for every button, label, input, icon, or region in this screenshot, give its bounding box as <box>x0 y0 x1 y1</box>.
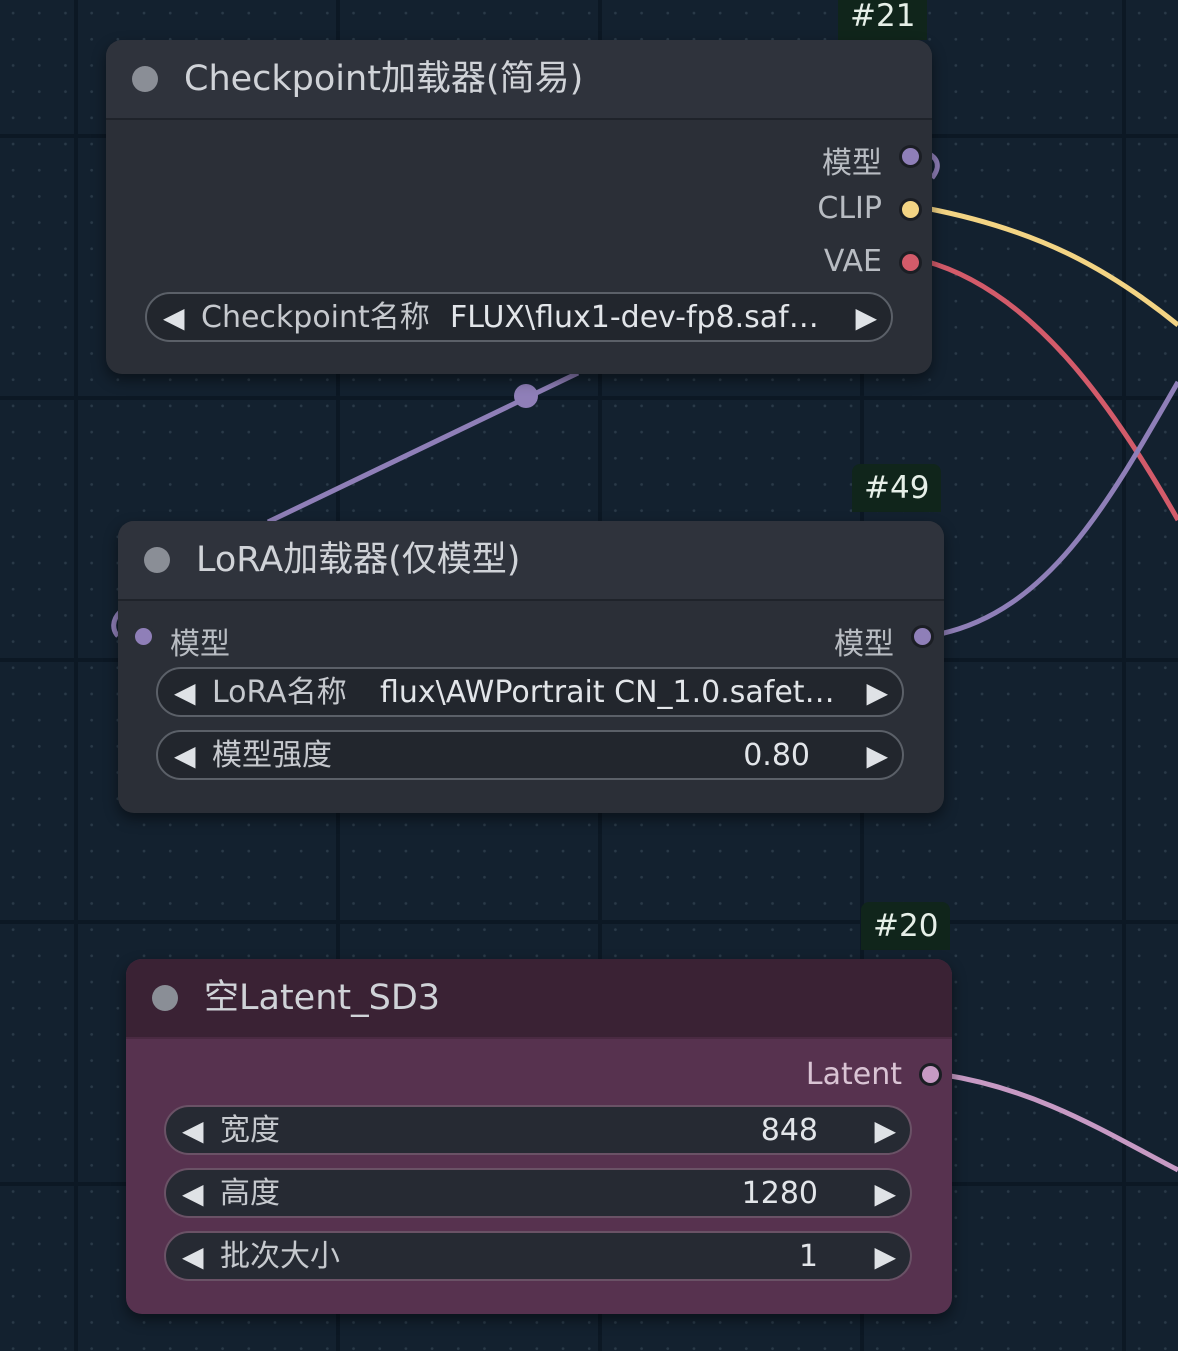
decrement-arrow-icon[interactable]: ◀ <box>182 1233 204 1281</box>
decrement-arrow-icon[interactable]: ◀ <box>182 1170 204 1218</box>
increment-arrow-icon[interactable]: ▶ <box>874 1107 896 1155</box>
wire-latent-out[interactable] <box>944 1072 1178 1173</box>
node-header[interactable]: Checkpoint加载器(简易) <box>106 40 932 120</box>
wire-clip[interactable] <box>924 205 1178 327</box>
input-label-model: 模型 <box>170 627 230 662</box>
empty-latent-sd3-node[interactable]: 空Latent_SD3 Latent ◀ 宽度 848 ▶ ◀ 高度 1280 … <box>126 959 952 1314</box>
decrement-arrow-icon[interactable]: ◀ <box>174 732 196 780</box>
checkpoint-name-combo[interactable]: ◀ Checkpoint名称 FLUX\flux1-dev-fp8.saf… ▶ <box>145 292 893 342</box>
lora-loader-node[interactable]: LoRA加载器(仅模型) 模型 模型 ◀ LoRA名称 flux\AWPortr… <box>118 521 944 813</box>
widget-label: LoRA名称 <box>212 675 347 710</box>
increment-arrow-icon[interactable]: ▶ <box>874 1233 896 1281</box>
wire-lora-model-out[interactable] <box>939 380 1178 637</box>
node-id-badge: #49 <box>852 464 942 512</box>
output-socket-clip[interactable] <box>899 198 922 221</box>
node-title: LoRA加载器(仅模型) <box>196 540 521 580</box>
output-socket-model[interactable] <box>911 625 934 648</box>
prev-arrow-icon[interactable]: ◀ <box>163 294 185 342</box>
prev-arrow-icon[interactable]: ◀ <box>174 669 196 717</box>
height-input[interactable]: ◀ 高度 1280 ▶ <box>164 1168 912 1218</box>
width-input[interactable]: ◀ 宽度 848 ▶ <box>164 1105 912 1155</box>
checkpoint-loader-node[interactable]: Checkpoint加载器(简易) 模型 CLIP VAE ◀ Checkpoi… <box>106 40 932 374</box>
output-label-latent: Latent <box>805 1057 902 1092</box>
next-arrow-icon[interactable]: ▶ <box>855 294 877 342</box>
widget-label: 宽度 <box>220 1113 280 1148</box>
batch-size-input[interactable]: ◀ 批次大小 1 ▶ <box>164 1231 912 1281</box>
widget-value: 1 <box>798 1239 818 1274</box>
node-header[interactable]: 空Latent_SD3 <box>126 959 952 1039</box>
collapse-dot-icon[interactable] <box>144 547 170 573</box>
wire-vae[interactable] <box>924 258 1178 522</box>
widget-value: 848 <box>760 1113 818 1148</box>
output-label-model: 模型 <box>834 627 894 662</box>
collapse-dot-icon[interactable] <box>152 985 178 1011</box>
output-socket-vae[interactable] <box>899 251 922 274</box>
output-socket-model[interactable] <box>899 145 922 168</box>
node-header[interactable]: LoRA加载器(仅模型) <box>118 521 944 601</box>
widget-label: 批次大小 <box>220 1239 340 1274</box>
output-label-clip: CLIP <box>817 191 882 226</box>
output-label-vae: VAE <box>823 244 882 279</box>
node-id-badge: #20 <box>861 902 951 950</box>
node-title: 空Latent_SD3 <box>204 978 441 1018</box>
node-id-badge: #21 <box>838 0 928 40</box>
increment-arrow-icon[interactable]: ▶ <box>874 1170 896 1218</box>
reroute-point[interactable] <box>514 384 538 408</box>
widget-value: FLUX\flux1-dev-fp8.saf… <box>450 300 819 335</box>
lora-name-combo[interactable]: ◀ LoRA名称 flux\AWPortrait CN_1.0.safet… ▶ <box>156 667 904 717</box>
model-strength-slider[interactable]: ◀ 模型强度 0.80 ▶ <box>156 730 904 780</box>
input-socket-model[interactable] <box>132 625 155 648</box>
increment-arrow-icon[interactable]: ▶ <box>866 732 888 780</box>
output-label-model: 模型 <box>822 146 882 181</box>
widget-value: 1280 <box>741 1176 818 1211</box>
decrement-arrow-icon[interactable]: ◀ <box>182 1107 204 1155</box>
widget-label: 模型强度 <box>212 738 332 773</box>
node-title: Checkpoint加载器(简易) <box>184 59 584 99</box>
collapse-dot-icon[interactable] <box>132 66 158 92</box>
widget-value: flux\AWPortrait CN_1.0.safet… <box>380 675 835 710</box>
next-arrow-icon[interactable]: ▶ <box>866 669 888 717</box>
widget-value: 0.80 <box>743 738 810 773</box>
output-socket-latent[interactable] <box>919 1063 942 1086</box>
widget-label: 高度 <box>220 1176 280 1211</box>
widget-label: Checkpoint名称 <box>201 300 430 335</box>
